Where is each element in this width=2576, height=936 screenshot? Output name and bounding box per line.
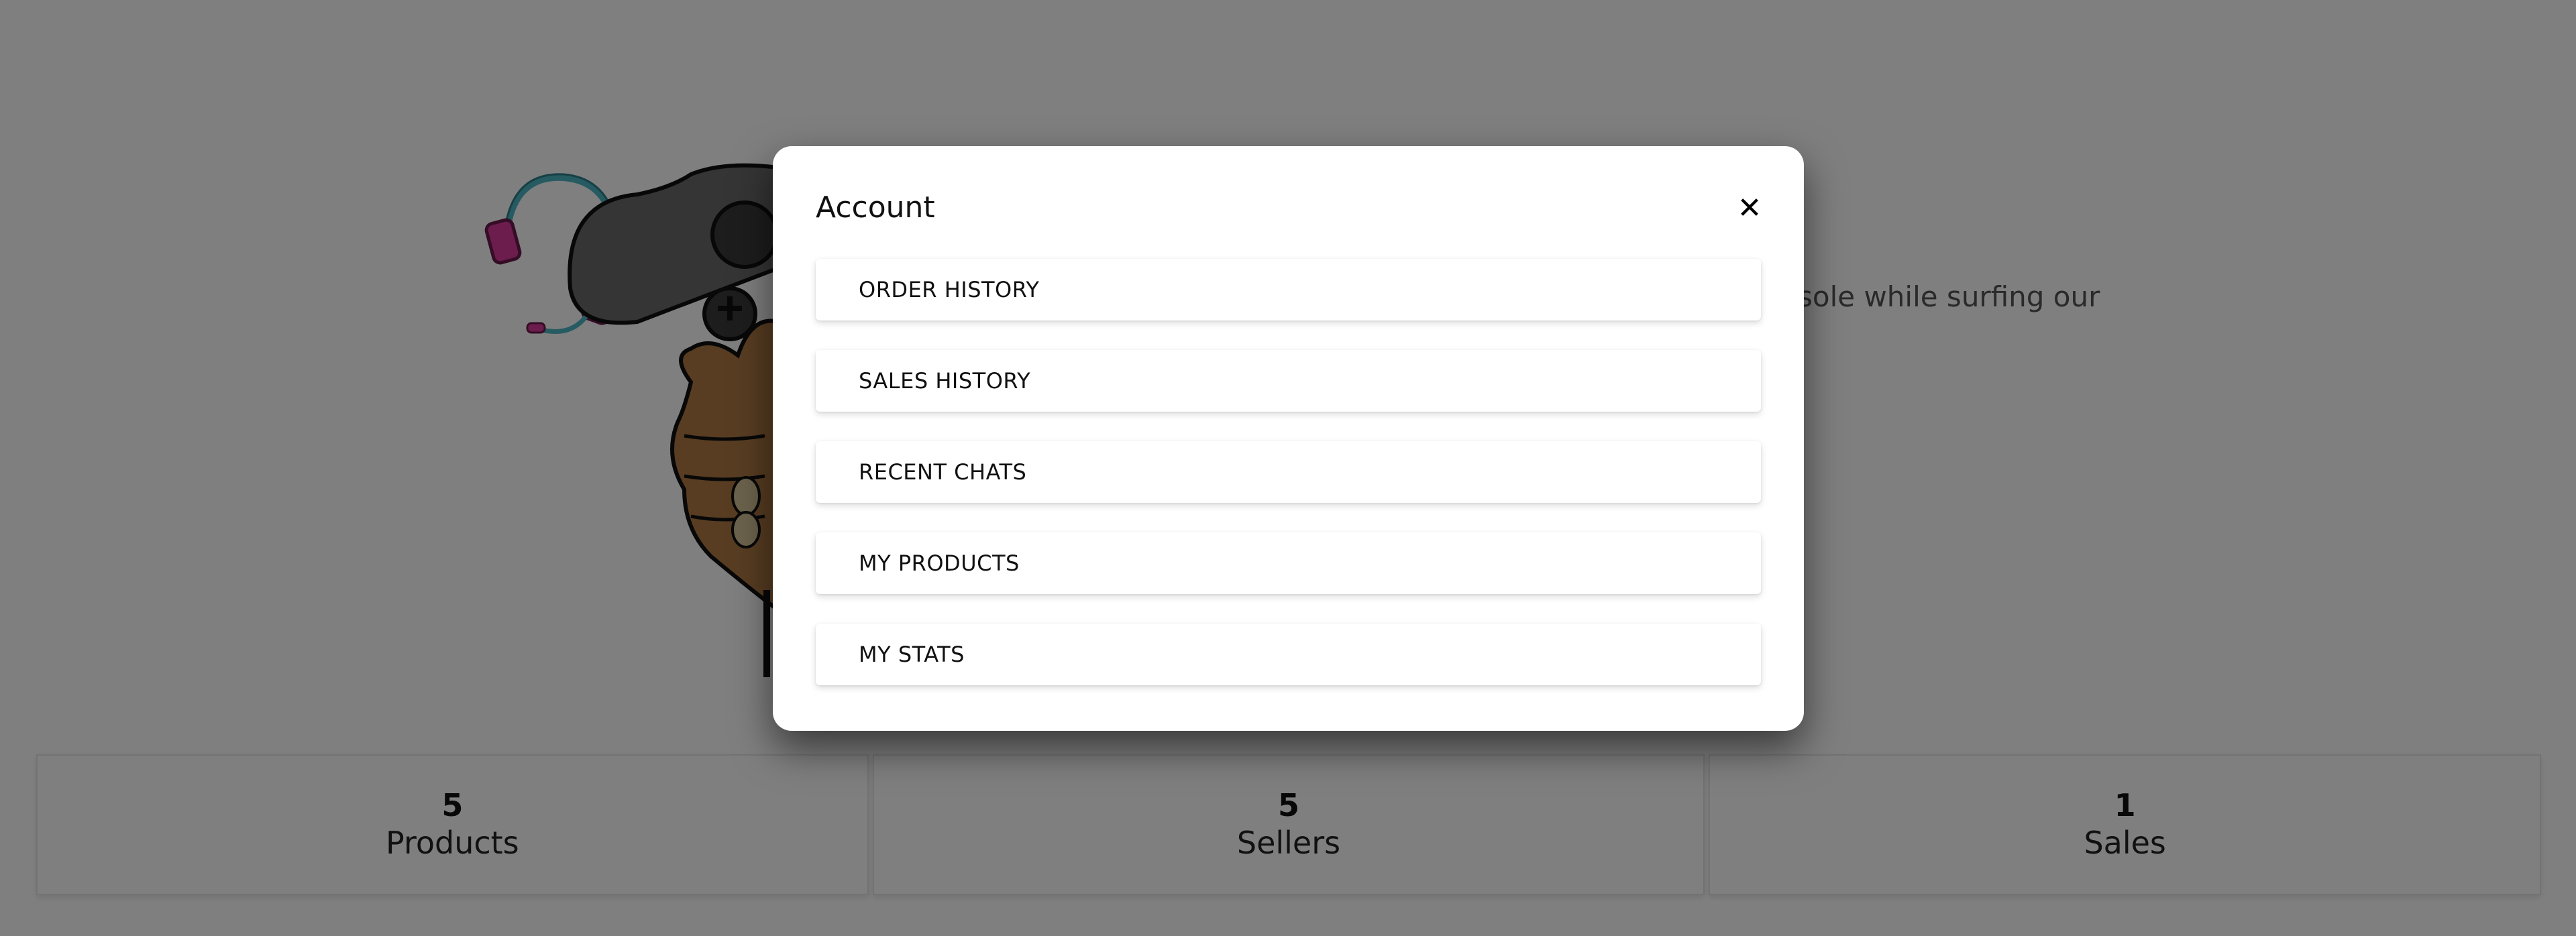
modal-title: Account [816,190,935,225]
menu-item-my-products[interactable]: MY PRODUCTS [816,532,1761,594]
account-menu: ORDER HISTORY SALES HISTORY RECENT CHATS… [816,259,1761,715]
menu-item-label: ORDER HISTORY [859,277,1040,302]
menu-item-order-history[interactable]: ORDER HISTORY [816,259,1761,320]
menu-item-sales-history[interactable]: SALES HISTORY [816,350,1761,412]
close-icon[interactable]: ✕ [1729,188,1770,228]
menu-item-recent-chats[interactable]: RECENT CHATS [816,441,1761,503]
menu-item-label: RECENT CHATS [859,459,1027,485]
account-modal: Account ✕ ORDER HISTORY SALES HISTORY RE… [773,146,1804,731]
menu-item-my-stats[interactable]: MY STATS [816,624,1761,685]
menu-item-label: MY PRODUCTS [859,550,1020,576]
menu-item-label: SALES HISTORY [859,368,1031,394]
menu-item-label: MY STATS [859,642,965,667]
